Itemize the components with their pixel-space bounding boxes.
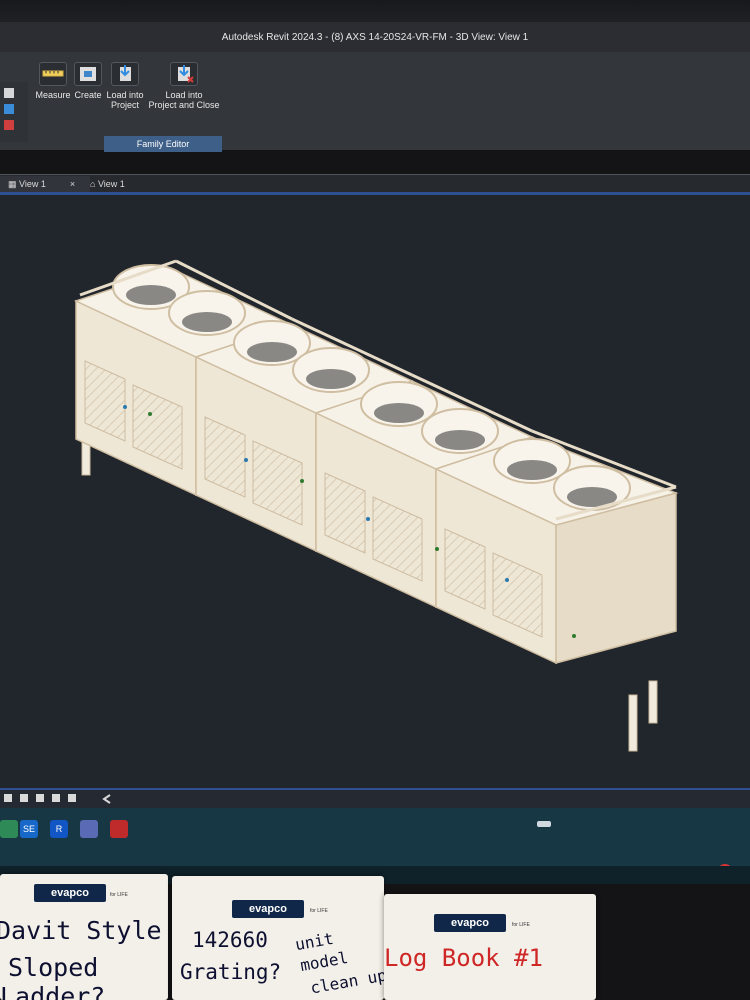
ruler-icon	[42, 70, 64, 77]
close-tab-icon[interactable]: ×	[70, 179, 75, 189]
view-control-icon[interactable]	[4, 794, 12, 802]
module-4	[433, 429, 679, 665]
connection-dot	[572, 634, 576, 638]
load-into-project-icon	[111, 62, 139, 86]
screen: Autodesk Revit 2024.3 - (8) AXS 14-20S24…	[0, 0, 750, 1000]
connection-dot	[366, 517, 370, 521]
tab-view-1-secondary[interactable]: ⌂ View 1	[86, 176, 150, 192]
ruler-icon	[39, 62, 67, 86]
create-label: Create	[74, 90, 102, 100]
windows-taskbar	[0, 808, 750, 868]
taskbar-indicator	[537, 821, 551, 827]
taskbar-app-icon[interactable]	[0, 820, 18, 838]
load-into-project-button[interactable]: Load into Project	[104, 62, 146, 110]
measure-label: Measure	[35, 90, 71, 100]
taskbar-app-icon[interactable]: R	[50, 820, 68, 838]
fan-blade	[435, 430, 485, 450]
pdf-icon[interactable]	[110, 820, 128, 838]
fan-blade	[247, 342, 297, 362]
view-control-icon[interactable]	[36, 794, 44, 802]
brand-tagline: for LIFE	[310, 908, 328, 914]
connection-dot	[148, 412, 152, 416]
brand-logo: evapco	[434, 914, 506, 932]
fan-blade	[507, 460, 557, 480]
sticky-note-2: evapco for LIFE 142660 Grating? unit mod…	[172, 876, 384, 1000]
note-text-line1: Davit Style	[0, 916, 162, 945]
brand-logo: evapco	[34, 884, 106, 902]
tab-view-1[interactable]: ▦ View 1 ×	[0, 176, 90, 192]
fan-blade	[126, 285, 176, 305]
3d-view-viewport[interactable]	[0, 192, 750, 791]
note-text-line1: Log Book #1	[384, 944, 543, 972]
tab-label-1: View 1	[19, 179, 46, 189]
view-control-icon[interactable]	[68, 794, 76, 802]
support-leg	[628, 694, 638, 752]
create-icon	[74, 62, 102, 86]
load-into-project-close-button[interactable]: Load into Project and Close	[146, 62, 222, 110]
load-into-project-close-label-line2: Project and Close	[148, 100, 220, 110]
note-text-line2: Sloped	[8, 953, 99, 982]
connection-dot	[435, 547, 439, 551]
load-into-project-close-icon	[170, 62, 198, 86]
create-icon	[80, 67, 96, 81]
brand-logo: evapco	[232, 900, 304, 918]
taskbar-app-icon[interactable]	[80, 820, 98, 838]
measure-button[interactable]: Measure	[32, 62, 74, 100]
family-editor-label: Family Editor	[136, 139, 190, 149]
load-into-project-close-label-line1: Load into	[165, 90, 203, 100]
chevron-left-icon[interactable]	[102, 794, 111, 804]
note-text-line1: 142660	[192, 928, 268, 952]
connection-dot	[244, 458, 248, 462]
home-icon: ⌂	[90, 179, 96, 189]
view-controls	[4, 794, 111, 804]
tool-icon[interactable]	[4, 88, 14, 98]
tab-label-2: View 1	[97, 179, 125, 189]
brand-tagline: for LIFE	[110, 892, 128, 898]
connection-dot	[300, 479, 304, 483]
load-into-project-label-line1: Load into	[106, 90, 144, 100]
load-into-project-icon	[120, 65, 131, 81]
fan-blade	[182, 312, 232, 332]
window-titlebar: Autodesk Revit 2024.3 - (8) AXS 14-20S24…	[0, 22, 750, 52]
note-text-line2: Grating?	[180, 960, 282, 984]
family-editor-group-label: Family Editor	[104, 136, 222, 152]
view-tab-icon: ▦	[8, 178, 17, 189]
status-bar	[0, 788, 750, 808]
taskbar-app-icon[interactable]: SE	[20, 820, 38, 838]
cooling-tower-model	[73, 259, 679, 752]
sticky-note-1: evapco for LIFE Davit Style Sloped Ladde…	[0, 874, 168, 1000]
view-control-icon[interactable]	[52, 794, 60, 802]
view-control-icon[interactable]	[20, 794, 28, 802]
fan-blade	[374, 403, 424, 423]
tool-icon[interactable]	[4, 104, 14, 114]
fan-blade	[306, 369, 356, 389]
close-icon[interactable]	[4, 120, 14, 130]
sticky-note-3: evapco for LIFE Log Book #1	[384, 894, 596, 1000]
load-into-project-close-icon	[178, 65, 194, 83]
connection-dot	[505, 578, 509, 582]
ribbon-left-tools	[0, 82, 28, 142]
load-into-project-label-line2: Project	[110, 100, 139, 110]
connection-dot	[123, 405, 127, 409]
tab-bar: ▦ View 1 × ⌂ View 1	[0, 174, 750, 193]
brand-tagline: for LIFE	[512, 922, 530, 928]
note-text-line3: Ladder?	[0, 982, 106, 1000]
window-title: Autodesk Revit 2024.3 - (8) AXS 14-20S24…	[221, 31, 529, 43]
support-leg	[648, 680, 658, 724]
create-button[interactable]: Create	[72, 62, 104, 100]
